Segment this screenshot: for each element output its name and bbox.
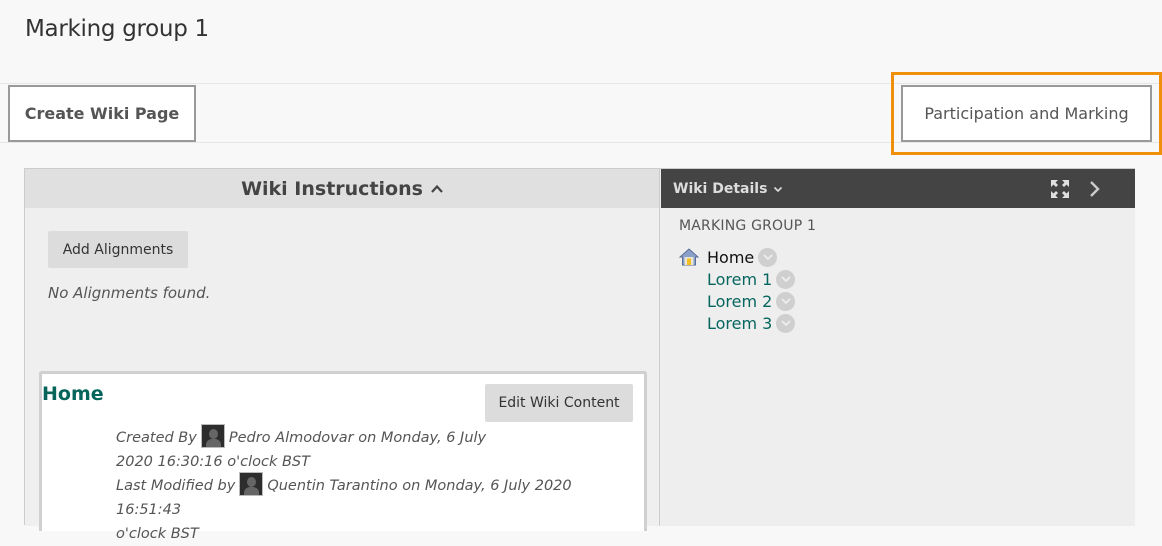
tree-item[interactable]: Lorem 3 [679,312,796,334]
wiki-instructions-title: Wiki Instructions [241,177,423,200]
wiki-instructions-panel: Wiki Instructions Add Alignments No Alig… [25,169,660,542]
created-by-text-cont: 2020 16:30:16 o'clock BST [116,454,310,470]
page-title: Marking group 1 [25,16,209,42]
wiki-details-panel: Wiki Details MARKING GROUP 1 Home Lorem … [661,169,1135,526]
tree-item[interactable]: Lorem 1 [679,268,796,290]
modified-by-label: Last Modified by [116,478,236,494]
group-label: MARKING GROUP 1 [679,218,817,234]
options-menu-icon[interactable] [776,313,796,333]
edit-wiki-content-button[interactable]: Edit Wiki Content [485,384,633,422]
wiki-page-title: Home [42,383,104,405]
tree-item-label[interactable]: Home [707,248,754,267]
avatar [239,472,264,496]
wiki-container: Wiki Instructions Add Alignments No Alig… [24,168,1135,542]
wiki-details-header: Wiki Details [661,169,1135,208]
wiki-page-tree: Home Lorem 1 Lorem 2 Lorem 3 [679,246,796,334]
home-icon [679,248,699,266]
modified-by-text-cont: o'clock BST [116,526,199,542]
tree-item[interactable]: Lorem 2 [679,290,796,312]
no-alignments-text: No Alignments found. [48,284,211,302]
tree-item-label[interactable]: Lorem 2 [707,292,772,311]
options-menu-icon[interactable] [776,291,796,311]
created-by-text: Pedro Almodovar on Monday, 6 July [228,430,487,446]
add-alignments-button[interactable]: Add Alignments [48,231,188,268]
created-by-label: Created By [116,430,197,446]
tree-item-label[interactable]: Lorem 1 [707,270,772,289]
highlight-box [891,72,1162,155]
wiki-details-title[interactable]: Wiki Details [673,181,767,197]
wiki-page-card: Home Edit Wiki Content Created By Pedro A… [39,371,647,542]
create-wiki-page-button[interactable]: Create Wiki Page [8,85,196,142]
chevron-up-icon [431,184,443,193]
options-menu-icon[interactable] [758,247,778,267]
chevron-right-icon[interactable] [1089,180,1101,198]
wiki-instructions-toggle[interactable]: Wiki Instructions [25,169,659,208]
chevron-down-icon[interactable] [773,184,783,194]
page-metadata: Created By Pedro Almodovar on Monday, 6 J… [116,424,616,546]
tree-item-label[interactable]: Lorem 3 [707,314,772,333]
options-menu-icon[interactable] [776,269,796,289]
avatar [200,424,225,448]
tree-item-home[interactable]: Home [679,246,795,268]
expand-icon[interactable] [1050,179,1070,199]
